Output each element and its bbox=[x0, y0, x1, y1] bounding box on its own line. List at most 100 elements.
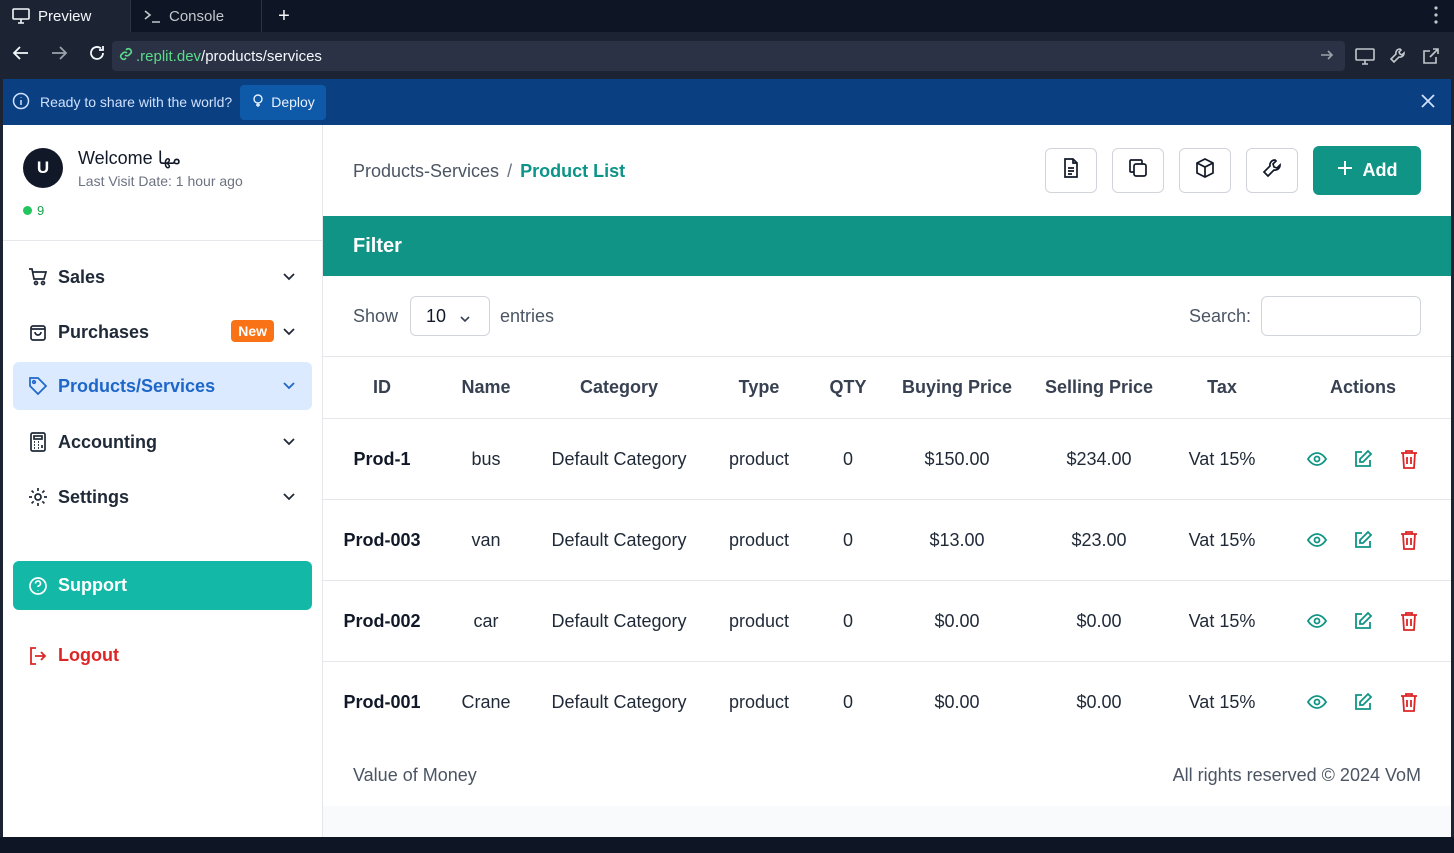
table-row: Prod-002 car Default Category product 0 … bbox=[323, 580, 1451, 662]
column-header[interactable]: Buying Price bbox=[885, 356, 1029, 419]
edit-icon[interactable] bbox=[1352, 448, 1374, 470]
trash-icon[interactable] bbox=[1398, 691, 1420, 713]
edit-icon[interactable] bbox=[1352, 529, 1374, 551]
view-eye-icon[interactable] bbox=[1306, 610, 1328, 632]
avatar[interactable]: U bbox=[23, 148, 63, 188]
cell-type: product bbox=[707, 499, 811, 581]
back-button[interactable] bbox=[4, 39, 38, 73]
column-header[interactable]: Name bbox=[441, 356, 531, 419]
cell-actions bbox=[1275, 580, 1451, 662]
entries-control: Show 10 entries bbox=[353, 296, 554, 336]
show-label: Show bbox=[353, 305, 399, 326]
edit-icon[interactable] bbox=[1352, 691, 1374, 713]
tab-preview[interactable]: Preview bbox=[0, 0, 131, 32]
sidebar-item-sales[interactable]: Sales bbox=[13, 253, 312, 301]
package-button[interactable] bbox=[1179, 148, 1231, 193]
view-eye-icon[interactable] bbox=[1306, 448, 1328, 470]
column-header[interactable]: QTY bbox=[811, 356, 885, 419]
new-tab-button[interactable]: + bbox=[262, 0, 306, 32]
cart-icon bbox=[28, 267, 48, 287]
trash-icon[interactable] bbox=[1398, 448, 1420, 470]
sidebar-item-products-services[interactable]: Products/Services bbox=[13, 362, 312, 410]
help-circle-icon bbox=[28, 576, 48, 596]
browser-tabbar: Preview Console + bbox=[0, 0, 1454, 32]
tab-console[interactable]: Console bbox=[131, 0, 262, 32]
reload-button[interactable] bbox=[80, 39, 114, 73]
cell-actions bbox=[1275, 661, 1451, 743]
wrench-icon[interactable] bbox=[1387, 45, 1409, 67]
chevron-down-icon bbox=[282, 487, 296, 508]
cell-name: van bbox=[441, 499, 531, 581]
chevron-down-icon bbox=[282, 267, 296, 288]
view-eye-icon[interactable] bbox=[1306, 691, 1328, 713]
chevron-down-icon bbox=[282, 322, 296, 343]
search-control: Search: bbox=[1189, 296, 1421, 336]
arrow-right-icon bbox=[50, 44, 68, 67]
trash-icon[interactable] bbox=[1398, 610, 1420, 632]
search-input[interactable] bbox=[1261, 296, 1421, 336]
logout-button[interactable]: Logout bbox=[28, 645, 119, 666]
more-vertical-icon[interactable] bbox=[1434, 6, 1438, 29]
cell-id: Prod-1 bbox=[323, 418, 441, 500]
export-document-button[interactable] bbox=[1045, 148, 1097, 193]
sidebar-item-settings[interactable]: Settings bbox=[13, 473, 312, 521]
wrench-icon bbox=[1262, 158, 1282, 183]
cell-actions bbox=[1275, 499, 1451, 581]
page-header: Products-Services / Product List Add bbox=[323, 125, 1451, 216]
cell-qty: 0 bbox=[811, 580, 885, 662]
cell-category: Default Category bbox=[531, 580, 707, 662]
column-header[interactable]: Selling Price bbox=[1029, 356, 1169, 419]
breadcrumb: Products-Services / Product List bbox=[353, 161, 625, 182]
edit-icon[interactable] bbox=[1352, 610, 1374, 632]
table-header-row: ID Name Category Type QTY Buying Price S… bbox=[323, 356, 1451, 419]
last-visit-text: Last Visit Date: 1 hour ago bbox=[78, 173, 243, 189]
cell-selling-price: $0.00 bbox=[1029, 661, 1169, 743]
box-icon bbox=[1195, 158, 1215, 183]
chevron-down-icon bbox=[282, 432, 296, 453]
add-button[interactable]: Add bbox=[1313, 146, 1421, 195]
column-header[interactable]: ID bbox=[323, 356, 441, 419]
calculator-icon bbox=[28, 432, 48, 452]
breadcrumb-parent[interactable]: Products-Services bbox=[353, 161, 499, 181]
column-header[interactable]: Category bbox=[531, 356, 707, 419]
sidebar-item-label: Settings bbox=[58, 486, 130, 507]
deploy-banner: Ready to share with the world? Deploy bbox=[3, 79, 1451, 125]
deploy-button[interactable]: Deploy bbox=[240, 84, 326, 120]
tools-button[interactable] bbox=[1246, 148, 1298, 193]
sidebar-item-purchases[interactable]: Purchases New bbox=[13, 308, 312, 356]
cell-tax: Vat 15% bbox=[1169, 580, 1275, 662]
logout-label: Logout bbox=[58, 645, 119, 665]
chevron-down-icon bbox=[282, 376, 296, 397]
cell-buying-price: $0.00 bbox=[885, 580, 1029, 662]
url-path: /products/services bbox=[201, 47, 322, 65]
forward-button[interactable] bbox=[42, 39, 76, 73]
sidebar-item-accounting[interactable]: Accounting bbox=[13, 418, 312, 466]
support-button[interactable]: Support bbox=[13, 561, 312, 610]
sidebar-item-label: Purchases bbox=[58, 321, 150, 342]
go-arrow-icon[interactable] bbox=[1319, 47, 1335, 67]
external-link-icon[interactable] bbox=[1420, 45, 1442, 67]
devices-icon[interactable] bbox=[1354, 45, 1376, 67]
footer-copyright: All rights reserved © 2024 VoM bbox=[1172, 765, 1421, 785]
entries-label: entries bbox=[500, 305, 555, 326]
reload-icon bbox=[88, 44, 106, 67]
cell-buying-price: $150.00 bbox=[885, 418, 1029, 500]
column-header[interactable]: Tax bbox=[1169, 356, 1275, 419]
deploy-label: Deploy bbox=[271, 94, 315, 110]
gear-icon bbox=[28, 487, 48, 507]
trash-icon[interactable] bbox=[1398, 529, 1420, 551]
link-icon bbox=[118, 46, 134, 66]
close-icon[interactable] bbox=[1421, 94, 1435, 111]
column-header[interactable]: Type bbox=[707, 356, 811, 419]
url-field[interactable]: .replit.dev/products/services bbox=[112, 41, 1345, 71]
cell-type: product bbox=[707, 580, 811, 662]
view-eye-icon[interactable] bbox=[1306, 529, 1328, 551]
tab-label: Console bbox=[169, 7, 225, 25]
browser-urlbar: .replit.dev/products/services bbox=[0, 32, 1454, 79]
copy-button[interactable] bbox=[1112, 148, 1164, 193]
filter-panel-header[interactable]: Filter bbox=[323, 216, 1451, 276]
entries-select[interactable]: 10 bbox=[410, 296, 491, 336]
cell-selling-price: $234.00 bbox=[1029, 418, 1169, 500]
cell-type: product bbox=[707, 661, 811, 743]
search-label: Search: bbox=[1188, 305, 1251, 326]
